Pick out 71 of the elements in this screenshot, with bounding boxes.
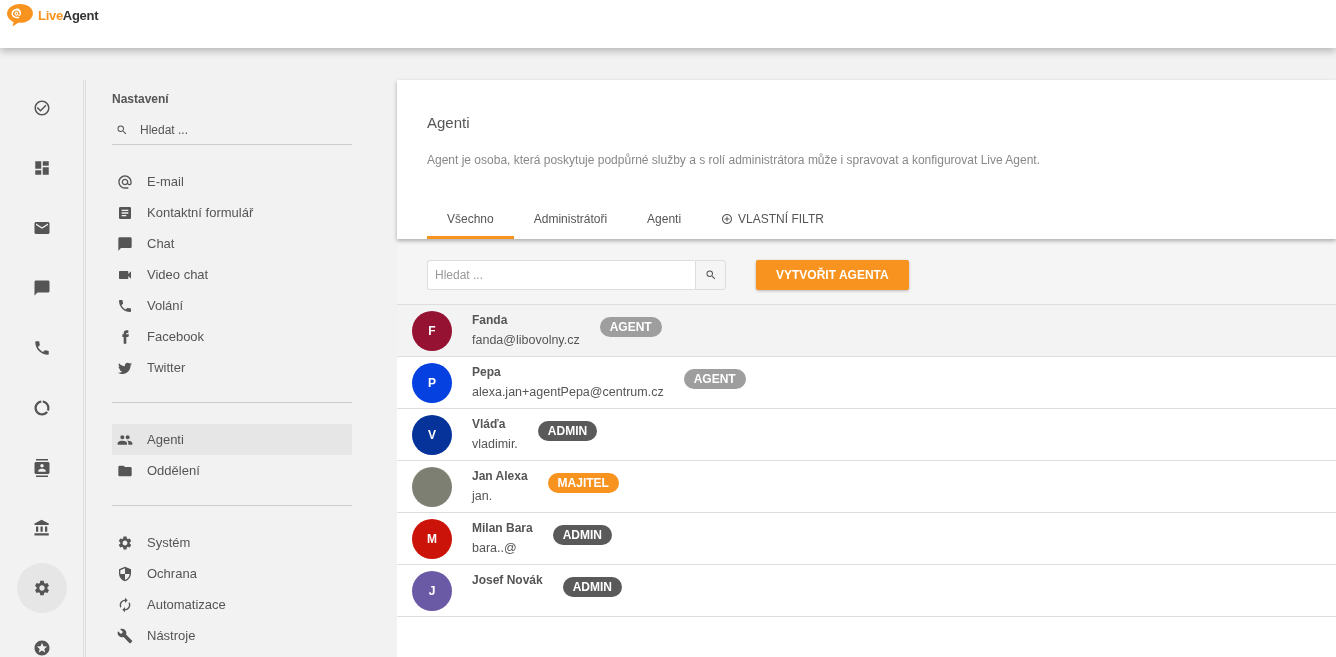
tab[interactable]: Agenti	[627, 212, 702, 239]
avatar: V	[412, 414, 452, 455]
settings-icon	[117, 534, 133, 551]
page-title: Agenti	[427, 114, 471, 131]
agent-row[interactable]: F Fanda fanda@libovolny.cz AGENT	[397, 305, 1336, 357]
dashboard-icon	[32, 159, 51, 177]
avatar: M	[412, 518, 452, 559]
search-field[interactable]: Hledat ...	[427, 260, 695, 290]
agent-name: Vláďa	[472, 417, 507, 431]
page-description: Agent je osoba, která poskytuje podpůrné služby a s rolí administrátora může i spravovat a konfigurovat Live Agent.	[427, 153, 1041, 167]
phone-icon	[117, 297, 133, 314]
agent-row[interactable]: P Pepa alexa.jan+agentPepa@centrum.cz AGENT	[397, 357, 1336, 409]
role-badge: AGENT	[599, 316, 662, 337]
sidebar-item[interactable]: Oddělení	[112, 455, 352, 486]
agent-name: Jan Alexa	[472, 469, 528, 483]
phone-icon	[32, 339, 51, 357]
avatar-photo-placeholder	[412, 466, 452, 507]
sidebar-item[interactable]: Volání	[112, 290, 352, 321]
sidebar-item[interactable]: Agenti	[112, 424, 352, 455]
sidebar-item[interactable]: Kontaktní formulář	[112, 197, 352, 228]
agent-email: vladimir.	[472, 437, 518, 451]
agent-email: alexa.jan+agentPepa@centrum.cz	[472, 385, 664, 399]
tab[interactable]: VLASTNÍ FILTR	[701, 212, 844, 239]
refresh-icon	[117, 596, 133, 613]
sidebar-item[interactable]: Twitter	[112, 352, 352, 383]
mail-icon	[32, 219, 51, 237]
avatar: J	[412, 570, 452, 611]
agent-row[interactable]: Jan Alexa jan. MAJITEL	[397, 461, 1336, 513]
agent-email: bara..@	[472, 541, 518, 555]
form-icon	[117, 204, 133, 221]
agent-row[interactable]: V Vláďa vladimir. ADMIN	[397, 409, 1336, 461]
avatar: P	[412, 362, 452, 403]
sidebar-search-field[interactable]: Hledat ...	[138, 122, 322, 138]
sidebar-item[interactable]: Video chat	[112, 259, 352, 290]
ring-chart-icon	[32, 399, 51, 417]
sidebar-item[interactable]: Chat	[112, 228, 352, 259]
rail-button[interactable]	[16, 563, 67, 613]
agent-email: fanda@libovolny.cz	[472, 333, 580, 347]
contact-card-icon	[32, 459, 51, 477]
sidebar-item[interactable]: Ochrana	[112, 558, 352, 589]
agent-row[interactable]: J Josef Novák ADMIN	[397, 565, 1336, 617]
role-badge: ADMIN	[537, 420, 598, 441]
settings-icon	[32, 579, 51, 597]
agent-name: Fanda	[472, 313, 509, 327]
role-badge: ADMIN	[562, 576, 623, 597]
avatar: F	[412, 310, 452, 351]
role-badge: ADMIN	[552, 524, 612, 545]
sidebar-item[interactable]: Facebook	[112, 321, 352, 352]
at-sign-icon	[117, 173, 133, 190]
wrench-icon	[117, 627, 133, 644]
role-badge: AGENT	[683, 368, 746, 389]
agent-name: Milan Bara	[472, 521, 533, 535]
sidebar-item[interactable]: Systém	[112, 527, 352, 558]
sidebar-item[interactable]: E-mail	[112, 166, 352, 197]
bank-icon	[32, 519, 51, 537]
sidebar-item[interactable]: Nástroje	[112, 620, 352, 651]
search-icon	[116, 124, 128, 136]
sidebar-item[interactable]: Automatizace	[112, 589, 352, 620]
logo-icon	[6, 3, 34, 27]
logo-text: LiveAgent	[38, 7, 99, 23]
search-icon	[704, 269, 717, 281]
agent-email: jan.	[472, 489, 494, 503]
agent-row[interactable]: M Milan Bara bara..@ ADMIN	[397, 513, 1336, 565]
chat-bubble-icon	[32, 279, 51, 297]
sidebar-title: Nastavení	[112, 92, 170, 106]
tab[interactable]: Administrátoři	[513, 212, 628, 239]
role-badge: MAJITEL	[547, 472, 619, 493]
shield-icon	[117, 565, 133, 582]
chat-bubble-icon	[117, 235, 133, 252]
agent-name: Josef Novák	[472, 573, 543, 587]
agent-name: Pepa	[472, 365, 502, 379]
